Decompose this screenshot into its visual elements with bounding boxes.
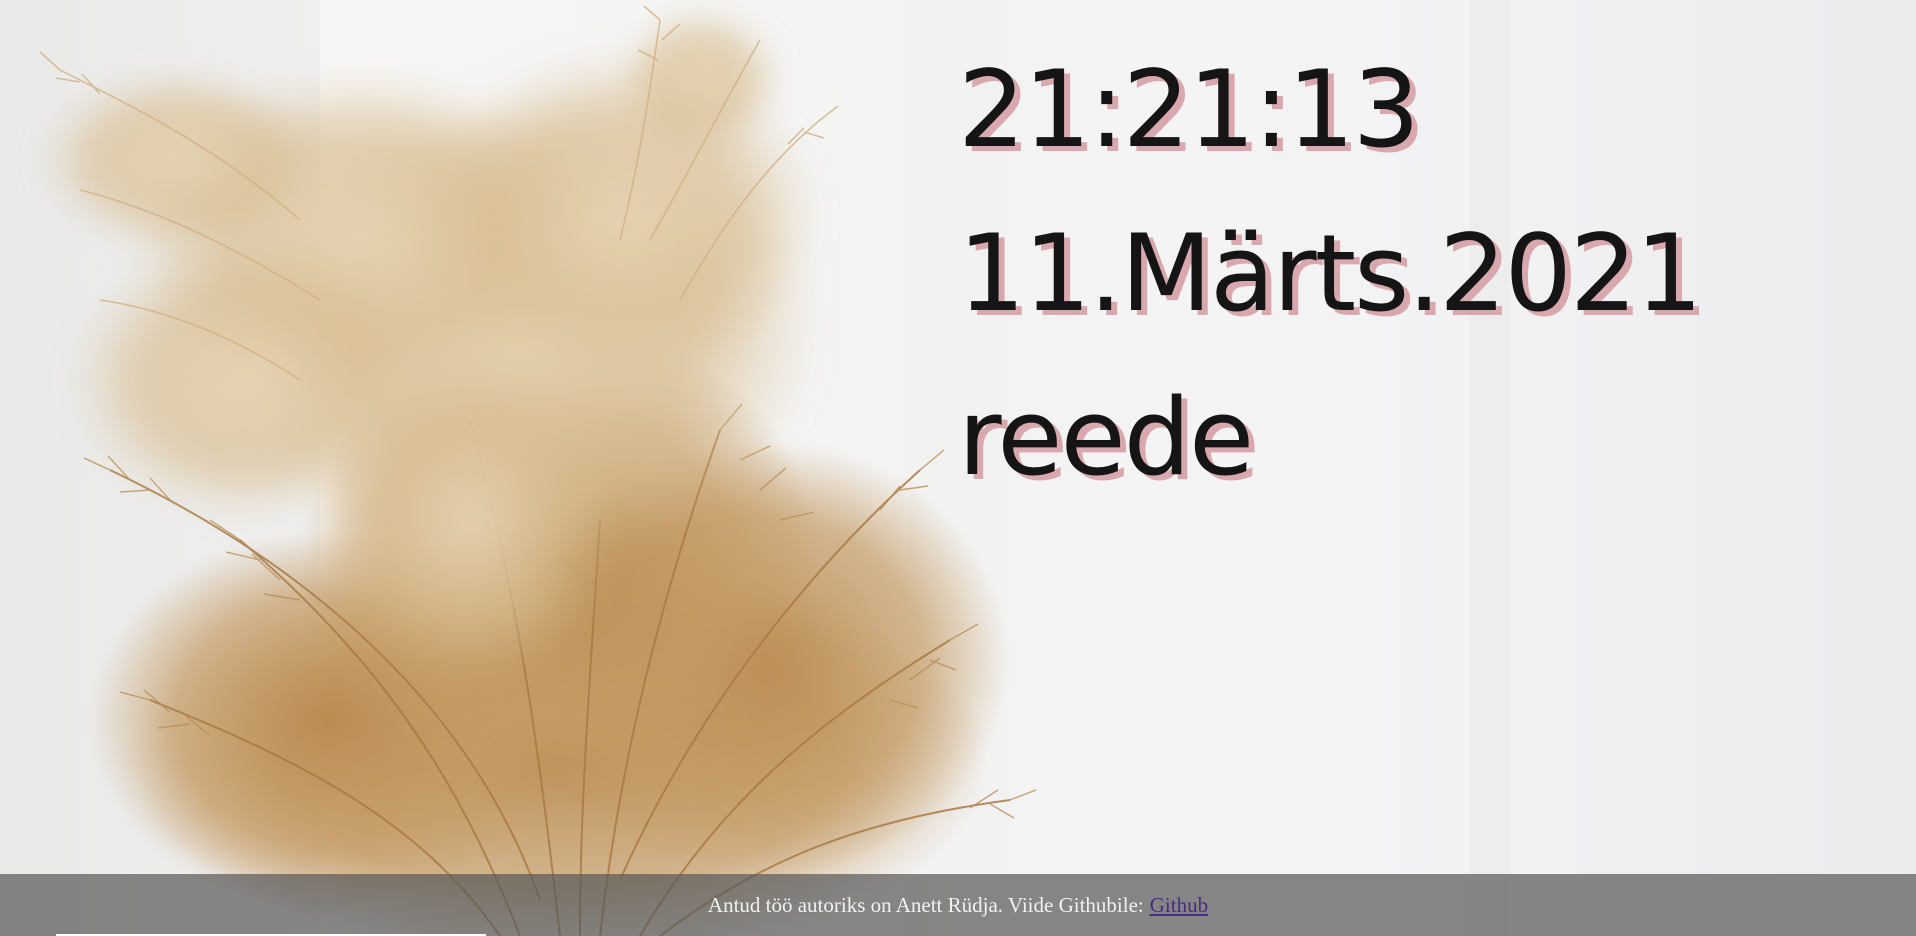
footer-bar: Antud töö autoriks on Anett Rüdja. Viide… xyxy=(0,874,1916,936)
pampas-grass-image xyxy=(39,5,1037,936)
clock-display: 21:21:13 11.Märts.2021 reede xyxy=(958,28,1703,520)
github-link[interactable]: Github xyxy=(1150,893,1208,918)
weekday-label: reede xyxy=(958,376,1254,499)
time-label: 21:21:13 xyxy=(958,48,1420,171)
footer-text: Antud töö autoriks on Anett Rüdja. Viide… xyxy=(707,892,1144,917)
date-label: 11.Märts.2021 xyxy=(958,212,1703,335)
